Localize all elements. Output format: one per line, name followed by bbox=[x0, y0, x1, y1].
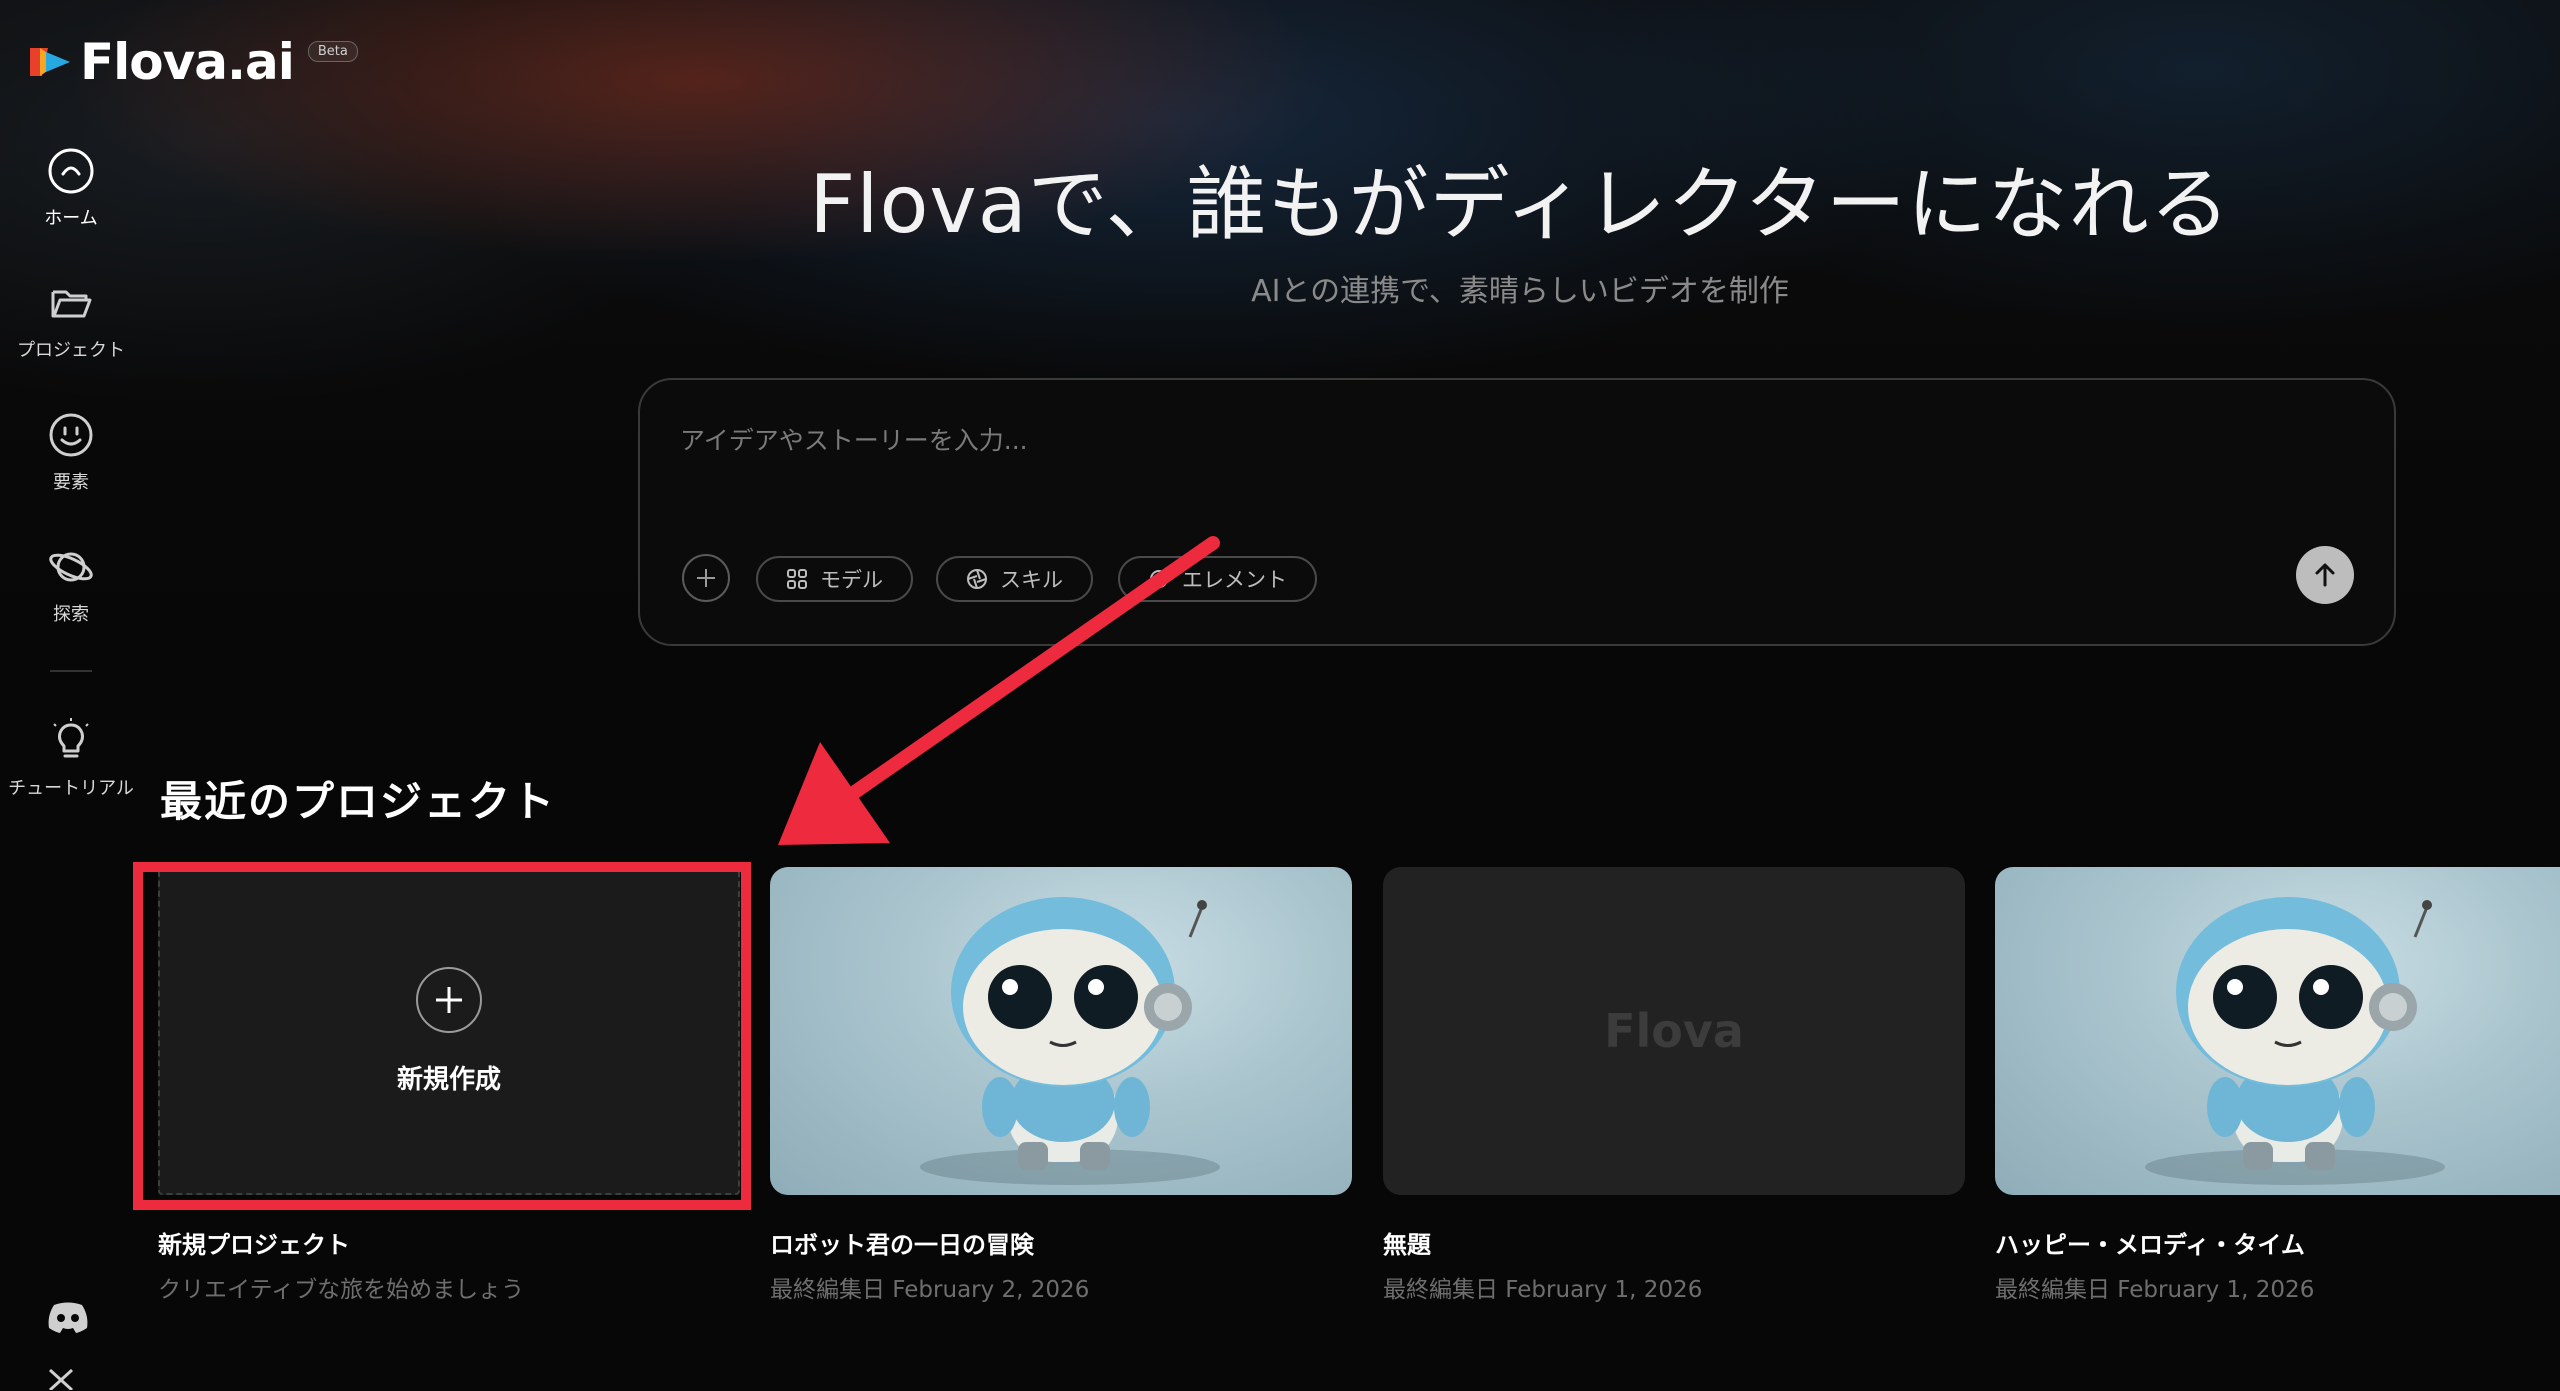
card-subtitle: クリエイティブな旅を始めましょう bbox=[158, 1277, 525, 1303]
smiley-icon bbox=[49, 413, 93, 457]
sidebar-item-label: 探索 bbox=[53, 604, 89, 625]
skill-chip[interactable]: スキル bbox=[936, 556, 1093, 602]
add-button[interactable] bbox=[682, 554, 730, 602]
discord-link[interactable] bbox=[46, 1300, 90, 1338]
arrow-up-icon bbox=[2315, 563, 2335, 587]
x-link[interactable] bbox=[46, 1368, 76, 1391]
logo[interactable]: Flova.ai Beta bbox=[30, 33, 358, 91]
robot-illustration bbox=[2145, 897, 2445, 1185]
sidebar-item-label: チュートリアル bbox=[8, 778, 134, 799]
card-title: 新規プロジェクト bbox=[158, 1231, 350, 1259]
chip-label: エレメント bbox=[1182, 568, 1287, 592]
sidebar-item-tutorial[interactable]: チュートリアル bbox=[0, 716, 142, 800]
project-thumbnail[interactable]: Flova bbox=[1383, 867, 1965, 1195]
flova-logo-icon bbox=[30, 48, 70, 76]
lightbulb-icon bbox=[53, 718, 89, 758]
send-button[interactable] bbox=[2296, 546, 2354, 604]
chip-label: モデル bbox=[820, 568, 883, 592]
card-date: 最終編集日 February 1, 2026 bbox=[1995, 1277, 2315, 1303]
plus-circle-icon bbox=[416, 966, 482, 1033]
new-project-thumbnail[interactable]: 新規作成 bbox=[158, 867, 740, 1195]
page-title: Flovaで、誰もがディレクターになれる bbox=[809, 158, 2231, 251]
project-thumbnail[interactable] bbox=[1995, 867, 2560, 1195]
sidebar-item-label: 要素 bbox=[53, 472, 89, 493]
card-date: 最終編集日 February 2, 2026 bbox=[770, 1277, 1090, 1303]
chip-label: スキル bbox=[1000, 568, 1063, 592]
x-icon bbox=[48, 1368, 74, 1391]
robot-illustration bbox=[920, 897, 1220, 1185]
sidebar-item-elements[interactable]: 要素 bbox=[0, 410, 142, 494]
sidebar-item-explore[interactable]: 探索 bbox=[0, 542, 142, 626]
project-card[interactable]: ロボット君の一日の冒険 最終編集日 February 2, 2026 bbox=[770, 867, 1352, 1304]
card-date: 最終編集日 February 1, 2026 bbox=[1383, 1277, 1703, 1303]
sidebar-divider bbox=[50, 670, 92, 672]
project-card[interactable]: ハッピー・メロディ・タイム 最終編集日 February 1, 2026 bbox=[1995, 867, 2560, 1304]
beta-badge: Beta bbox=[307, 40, 358, 62]
new-project-card[interactable]: 新規作成 新規プロジェクト クリエイティブな旅を始めましょう bbox=[158, 867, 740, 1304]
project-card[interactable]: Flova 無題 最終編集日 February 1, 2026 bbox=[1383, 867, 1965, 1304]
new-project-label: 新規作成 bbox=[396, 1064, 501, 1095]
prompt-box: モデル スキル エレメント bbox=[638, 378, 2396, 646]
card-title: ロボット君の一日の冒険 bbox=[770, 1231, 1034, 1259]
thumbnail-watermark: Flova bbox=[1604, 1004, 1744, 1058]
model-chip[interactable]: モデル bbox=[756, 556, 913, 602]
project-thumbnail[interactable] bbox=[770, 867, 1352, 1195]
aperture-icon bbox=[967, 569, 987, 589]
card-title: 無題 bbox=[1383, 1231, 1431, 1259]
sidebar-item-label: プロジェクト bbox=[17, 340, 125, 361]
planet-icon bbox=[49, 552, 93, 582]
logo-text: Flova.ai bbox=[80, 33, 295, 91]
card-title: ハッピー・メロディ・タイム bbox=[1995, 1231, 2305, 1259]
circle-icon bbox=[1150, 570, 1168, 588]
prompt-input[interactable] bbox=[680, 420, 2180, 460]
grid-icon bbox=[787, 569, 807, 589]
discord-icon bbox=[48, 1302, 88, 1333]
plus-icon bbox=[697, 569, 715, 587]
page-subtitle: AIとの連携で、素晴らしいビデオを制作 bbox=[1251, 274, 1789, 309]
element-chip[interactable]: エレメント bbox=[1118, 556, 1317, 602]
section-title: 最近のプロジェクト bbox=[160, 777, 557, 826]
